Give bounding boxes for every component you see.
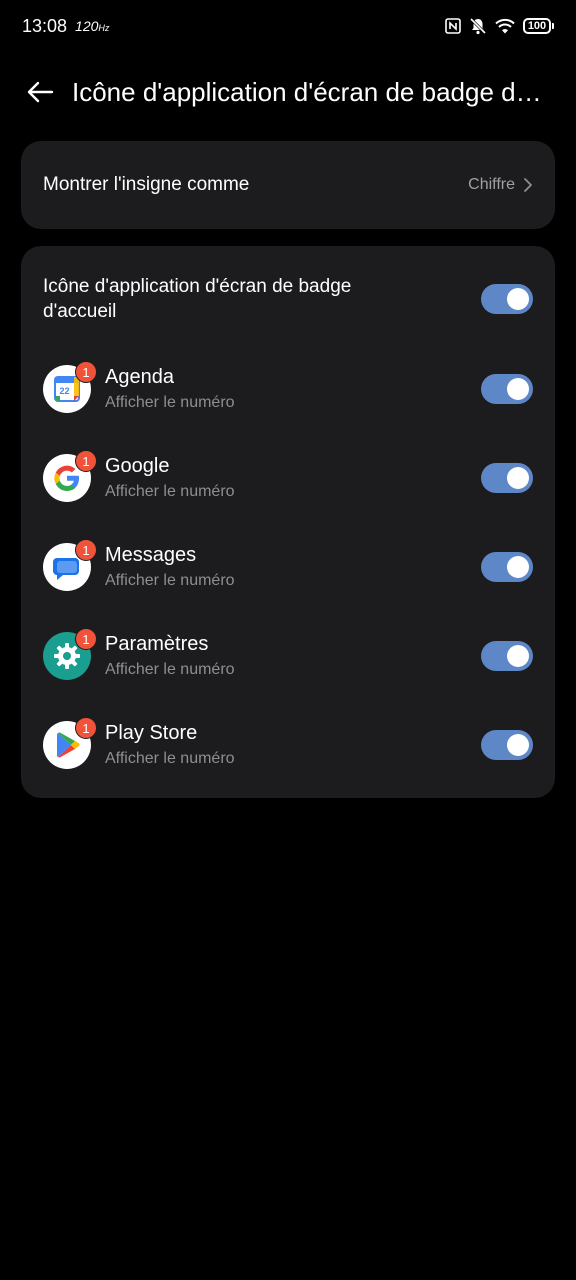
app-icon-wrap: 22 1	[43, 361, 97, 413]
chevron-right-icon	[524, 178, 532, 192]
notification-badge: 1	[75, 628, 97, 650]
master-toggle-row: Icône d'application d'écran de badge d'a…	[43, 274, 533, 324]
page-header: Icône d'application d'écran de badge d'a…	[0, 60, 576, 124]
app-icon-wrap: 1	[43, 539, 97, 591]
app-row-google: 1 Google Afficher le numéro	[43, 448, 533, 508]
battery-level: 100	[523, 18, 551, 34]
refresh-rate-indicator: 120Hz	[75, 18, 110, 34]
status-right: 100	[445, 17, 554, 35]
app-icon-wrap: 1	[43, 717, 97, 769]
app-text: Paramètres Afficher le numéro	[105, 632, 481, 681]
app-text: Google Afficher le numéro	[105, 454, 481, 503]
notification-badge: 1	[75, 361, 97, 383]
back-button[interactable]	[24, 76, 56, 108]
app-subtitle: Afficher le numéro	[105, 393, 235, 411]
calendar-day: 22	[59, 386, 69, 396]
app-text: Agenda Afficher le numéro	[105, 365, 481, 414]
toggle-google[interactable]	[481, 463, 533, 493]
app-subtitle: Afficher le numéro	[105, 660, 235, 678]
app-row-parametres: 1 Paramètres Afficher le numéro	[43, 626, 533, 686]
app-subtitle: Afficher le numéro	[105, 571, 235, 589]
toggle-parametres[interactable]	[481, 641, 533, 671]
app-text: Play Store Afficher le numéro	[105, 721, 481, 770]
app-name: Agenda	[105, 365, 174, 388]
app-name: Google	[105, 454, 170, 477]
mute-bell-icon	[469, 17, 487, 35]
badge-style-row[interactable]: Montrer l'insigne comme Chiffre	[21, 141, 555, 229]
app-row-play-store: 1 Play Store Afficher le numéro	[43, 715, 533, 775]
back-arrow-icon	[27, 81, 54, 103]
notification-badge: 1	[75, 450, 97, 472]
battery-tip	[552, 23, 554, 29]
master-toggle[interactable]	[481, 284, 533, 314]
badge-style-label: Montrer l'insigne comme	[43, 174, 250, 195]
app-name: Play Store	[105, 721, 198, 744]
app-text: Messages Afficher le numéro	[105, 543, 481, 592]
app-subtitle: Afficher le numéro	[105, 749, 235, 767]
wifi-icon	[495, 18, 515, 34]
apps-card: Icône d'application d'écran de badge d'a…	[21, 246, 555, 798]
master-toggle-label: Icône d'application d'écran de badge d'a…	[43, 276, 352, 322]
badge-style-value-group: Chiffre	[468, 176, 533, 194]
app-name: Paramètres	[105, 632, 209, 655]
app-row-messages: 1 Messages Afficher le numéro	[43, 537, 533, 597]
toggle-messages[interactable]	[481, 552, 533, 582]
page-title: Icône d'application d'écran de badge d'a…	[72, 76, 542, 107]
app-subtitle: Afficher le numéro	[105, 482, 235, 500]
refresh-rate-value: 120	[75, 18, 99, 34]
nfc-icon	[445, 18, 461, 34]
app-icon-wrap: 1	[43, 450, 97, 502]
notification-badge: 1	[75, 539, 97, 561]
status-bar: 13:08 120Hz 100	[0, 0, 576, 52]
status-left: 13:08 120Hz	[22, 16, 109, 37]
app-name: Messages	[105, 543, 197, 566]
screen: 13:08 120Hz 100 Icône d'application d'éc…	[0, 0, 576, 1280]
badge-style-value: Chiffre	[468, 176, 515, 193]
app-icon-wrap: 1	[43, 628, 97, 680]
status-time: 13:08	[22, 15, 68, 36]
app-row-agenda: 22 1 Agenda Afficher le numéro	[43, 359, 533, 419]
notification-badge: 1	[75, 717, 97, 739]
toggle-agenda[interactable]	[481, 374, 533, 404]
toggle-play-store[interactable]	[481, 730, 533, 760]
battery-icon: 100	[523, 18, 554, 34]
